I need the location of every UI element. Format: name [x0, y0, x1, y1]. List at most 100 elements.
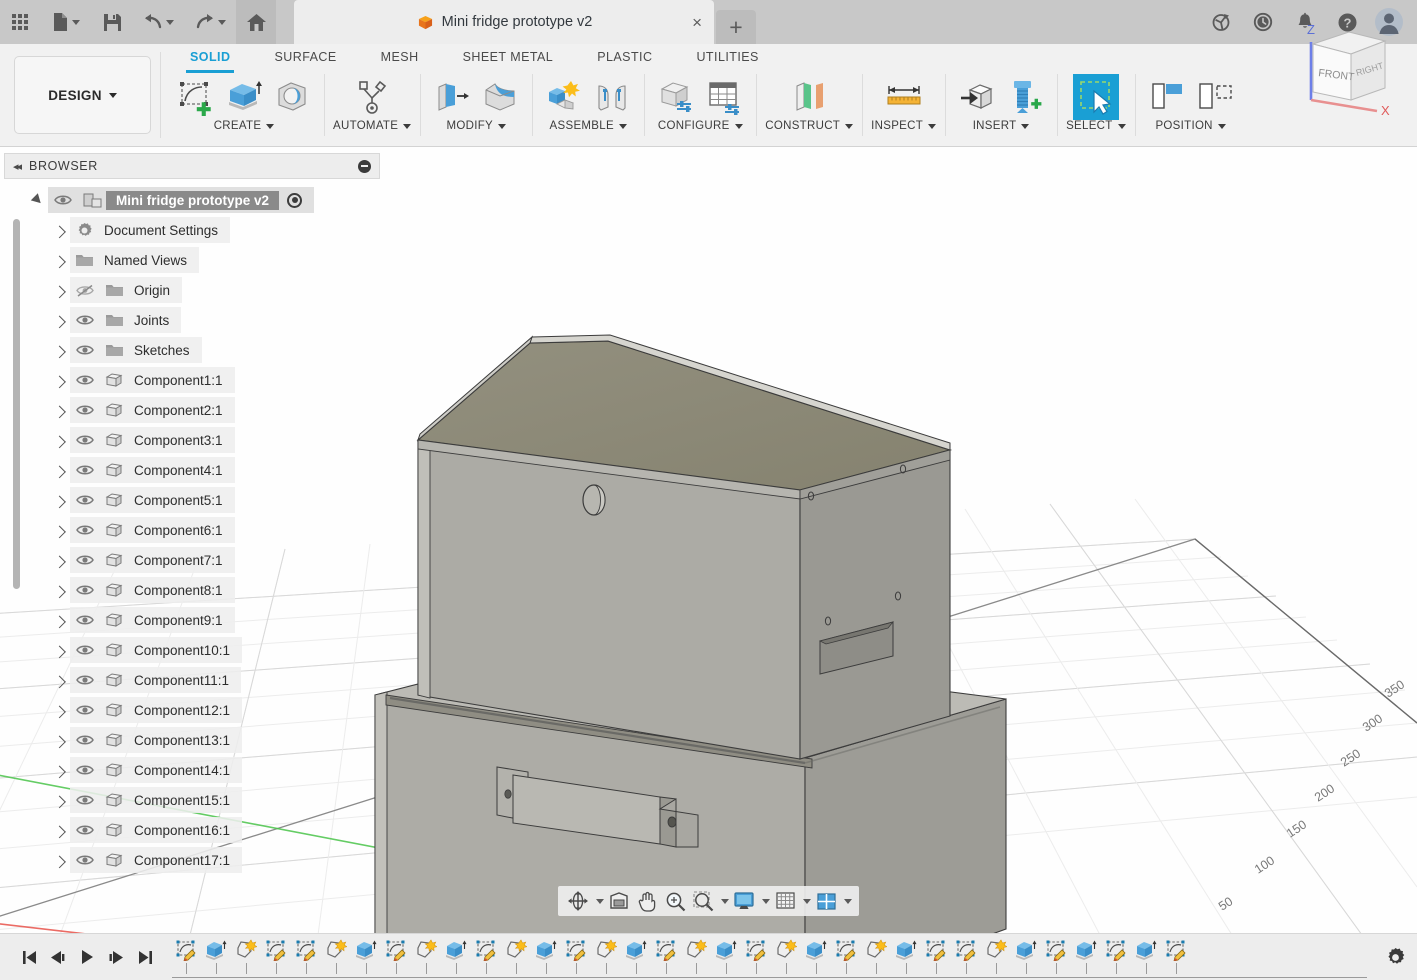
tree-node-component[interactable]: Component17:1 — [4, 845, 380, 875]
timeline-feature[interactable] — [262, 937, 290, 974]
timeline-feature[interactable] — [1102, 937, 1130, 974]
tree-node-component[interactable]: Component15:1 — [4, 785, 380, 815]
tree-node-document-settings[interactable]: Document Settings — [4, 215, 380, 245]
revolve-button[interactable] — [269, 74, 315, 120]
timeline-feature[interactable] — [382, 937, 410, 974]
visibility-toggle[interactable] — [70, 494, 100, 506]
create-sketch-button[interactable] — [173, 74, 219, 120]
tab-utilities[interactable]: UTILITIES — [674, 44, 780, 71]
visibility-toggle[interactable] — [70, 524, 100, 536]
timeline-feature[interactable] — [892, 937, 920, 974]
timeline-feature[interactable] — [232, 937, 260, 974]
document-tab[interactable]: Mini fridge prototype v2 × — [294, 0, 714, 44]
minus-circle-icon[interactable] — [358, 160, 371, 173]
timeline-feature[interactable] — [1162, 937, 1190, 974]
fillet-button[interactable] — [477, 74, 523, 120]
timeline-feature[interactable] — [982, 937, 1010, 974]
orbit-button[interactable] — [565, 888, 591, 914]
expand-arrow[interactable] — [48, 406, 70, 415]
tree-node-origin[interactable]: Origin — [4, 275, 380, 305]
configure-table-button[interactable] — [701, 74, 747, 120]
extrude-button[interactable] — [221, 74, 267, 120]
timeline-feature[interactable] — [682, 937, 710, 974]
expand-arrow[interactable] — [48, 256, 70, 265]
timeline-feature[interactable] — [562, 937, 590, 974]
redo-button[interactable] — [184, 0, 236, 44]
chevron-down-icon[interactable] — [403, 124, 411, 129]
align-button[interactable] — [1144, 74, 1190, 120]
offset-plane-button[interactable] — [786, 74, 832, 120]
expand-arrow[interactable] — [48, 466, 70, 475]
tree-node-component[interactable]: Component12:1 — [4, 695, 380, 725]
timeline-feature[interactable] — [292, 937, 320, 974]
expand-arrow[interactable] — [48, 796, 70, 805]
extensions-icon[interactable] — [1201, 0, 1241, 44]
undo-button[interactable] — [132, 0, 184, 44]
visibility-toggle[interactable] — [70, 854, 100, 866]
look-at-button[interactable] — [606, 888, 632, 914]
expand-arrow[interactable] — [48, 376, 70, 385]
timeline-feature[interactable] — [772, 937, 800, 974]
timeline-feature[interactable] — [742, 937, 770, 974]
visibility-toggle[interactable] — [70, 824, 100, 836]
expand-arrow[interactable] — [48, 286, 70, 295]
chevron-down-icon[interactable] — [619, 124, 627, 129]
chevron-down-icon[interactable] — [1118, 124, 1126, 129]
timeline-feature[interactable] — [502, 937, 530, 974]
collapse-left-icon[interactable]: ◂◂ — [13, 160, 20, 173]
timeline-feature[interactable] — [1042, 937, 1070, 974]
tree-node-component[interactable]: Component7:1 — [4, 545, 380, 575]
activate-component-icon[interactable] — [287, 193, 302, 208]
timeline-feature[interactable] — [412, 937, 440, 974]
configure-part-button[interactable] — [653, 74, 699, 120]
home-button[interactable] — [236, 0, 276, 44]
save-button[interactable] — [92, 0, 132, 44]
tree-node-joints[interactable]: Joints — [4, 305, 380, 335]
view-cube[interactable]: Z X FRONT RIGHT — [1293, 14, 1403, 118]
visibility-toggle[interactable] — [70, 554, 100, 566]
timeline-step-forward-button[interactable] — [103, 942, 129, 972]
zoom-window-dropdown[interactable] — [718, 899, 729, 904]
timeline-play-button[interactable] — [74, 942, 100, 972]
tree-node-component[interactable]: Component11:1 — [4, 665, 380, 695]
zoom-window-button[interactable] — [690, 888, 716, 914]
select-window-button[interactable] — [1073, 74, 1119, 120]
visibility-toggle[interactable] — [70, 764, 100, 776]
tree-node-component[interactable]: Component10:1 — [4, 635, 380, 665]
move-copy-button[interactable] — [1192, 74, 1238, 120]
grid-snaps-dropdown[interactable] — [800, 899, 811, 904]
visibility-toggle[interactable] — [70, 374, 100, 386]
tree-node-component[interactable]: Component8:1 — [4, 575, 380, 605]
visibility-toggle[interactable] — [70, 644, 100, 656]
expand-arrow[interactable] — [48, 556, 70, 565]
tree-node-component[interactable]: Component4:1 — [4, 455, 380, 485]
tab-sheet-metal[interactable]: SHEET METAL — [441, 44, 576, 71]
timeline-track[interactable] — [172, 934, 1373, 980]
timeline-feature[interactable] — [832, 937, 860, 974]
timeline-feature[interactable] — [622, 937, 650, 974]
browser-vertical-scrollbar[interactable] — [13, 219, 20, 589]
new-file-button[interactable] — [40, 0, 92, 44]
tab-plastic[interactable]: PLASTIC — [575, 44, 674, 71]
visibility-toggle[interactable] — [70, 704, 100, 716]
timeline-feature[interactable] — [712, 937, 740, 974]
expand-arrow[interactable] — [48, 436, 70, 445]
timeline-feature[interactable] — [532, 937, 560, 974]
tree-node-component[interactable]: Component1:1 — [4, 365, 380, 395]
expand-arrow[interactable] — [48, 616, 70, 625]
timeline-feature[interactable] — [952, 937, 980, 974]
visibility-toggle[interactable] — [70, 584, 100, 596]
zoom-button[interactable] — [662, 888, 688, 914]
visibility-toggle[interactable] — [70, 314, 100, 326]
orbit-dropdown[interactable] — [593, 899, 604, 904]
tree-node-root[interactable]: Mini fridge prototype v2 — [4, 185, 380, 215]
tree-node-component[interactable]: Component2:1 — [4, 395, 380, 425]
visibility-toggle[interactable] — [70, 674, 100, 686]
app-grid-button[interactable] — [0, 0, 40, 44]
expand-arrow[interactable] — [48, 766, 70, 775]
viewports-dropdown[interactable] — [841, 899, 852, 904]
visibility-toggle[interactable] — [70, 614, 100, 626]
insert-derive-button[interactable] — [954, 74, 1000, 120]
pan-button[interactable] — [634, 888, 660, 914]
tree-node-component[interactable]: Component5:1 — [4, 485, 380, 515]
